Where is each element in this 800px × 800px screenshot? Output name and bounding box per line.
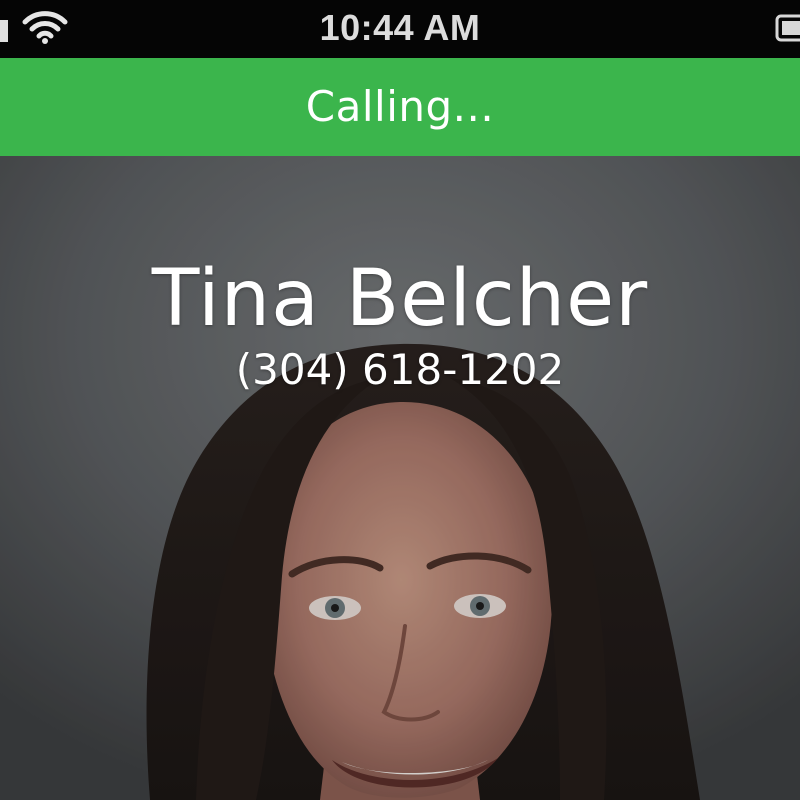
status-time: 10:44 AM bbox=[319, 7, 481, 48]
status-bar: 10:44 AM bbox=[0, 0, 800, 58]
battery-icon bbox=[775, 14, 800, 42]
call-status-banner: Calling... bbox=[0, 58, 800, 156]
photo-overlay bbox=[0, 156, 800, 800]
contact-phone-number: (304) 618-1202 bbox=[235, 345, 565, 394]
call-status-label: Calling... bbox=[305, 81, 495, 131]
contact-name: Tina Belcher bbox=[151, 254, 649, 344]
contact-area: Tina Belcher (304) 618-1202 bbox=[0, 156, 800, 800]
